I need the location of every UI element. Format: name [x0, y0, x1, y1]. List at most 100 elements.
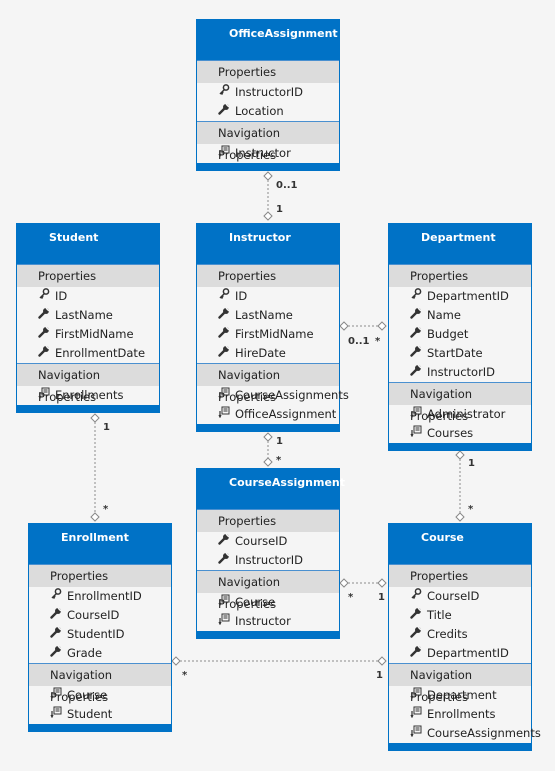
association-end-diamond [339, 321, 349, 331]
property-item[interactable]: DepartmentID [389, 287, 531, 306]
entity-title[interactable]: Department [389, 224, 531, 264]
navigation-property-item[interactable]: Department [389, 686, 531, 705]
property-item[interactable]: FirstMidName [197, 325, 339, 344]
navigation-properties-header[interactable]: Navigation Properties [17, 363, 159, 404]
navigation-property-item[interactable]: Instructor [197, 144, 339, 163]
navigation-property-name: Course [235, 595, 276, 609]
property-item[interactable]: CourseID [197, 532, 339, 551]
wrench-icon [38, 306, 55, 325]
navigation-property-name: Instructor [235, 614, 291, 628]
property-item[interactable]: LastName [197, 306, 339, 325]
properties-header[interactable]: Properties [389, 264, 531, 287]
entity-title[interactable]: Instructor [197, 224, 339, 264]
navigation-property-icon [410, 724, 427, 743]
navigation-properties-header[interactable]: Navigation Properties [389, 663, 531, 704]
properties-header[interactable]: Properties [197, 509, 339, 532]
wrench-icon [218, 532, 235, 551]
wrench-icon [50, 606, 67, 625]
key-icon [410, 287, 427, 306]
navigation-property-item[interactable]: Course [197, 593, 339, 612]
property-item[interactable]: Grade [29, 644, 171, 663]
navigation-property-icon [218, 405, 235, 424]
wrench-icon [218, 102, 235, 121]
entity-title[interactable]: CourseAssignment [197, 469, 345, 509]
property-name: StartDate [427, 346, 483, 360]
property-name: CourseID [427, 589, 480, 603]
wrench-icon [218, 306, 235, 325]
multiplicity-label: * [182, 670, 188, 681]
wrench-icon [410, 644, 427, 663]
navigation-property-item[interactable]: Course [29, 686, 171, 705]
wrench-icon [38, 344, 55, 363]
properties-header[interactable]: Properties [197, 60, 339, 83]
properties-header[interactable]: Properties [389, 564, 531, 587]
property-item[interactable]: Location [197, 102, 339, 121]
navigation-property-item[interactable]: OfficeAssignment [197, 405, 339, 424]
wrench-icon [50, 625, 67, 644]
entity-student[interactable]: Student Properties ID LastName FirstMidName… [16, 223, 160, 413]
multiplicity-label: * [468, 504, 474, 515]
navigation-property-icon [50, 686, 67, 705]
entity-title[interactable]: Student [17, 224, 159, 264]
property-name: LastName [235, 308, 293, 322]
property-item[interactable]: EnrollmentID [29, 587, 171, 606]
navigation-properties-header[interactable]: Navigation Properties [29, 663, 171, 704]
entity-title[interactable]: OfficeAssignment [197, 20, 339, 60]
properties-header[interactable]: Properties [29, 564, 171, 587]
navigation-property-item[interactable]: CourseAssignments [389, 724, 541, 743]
entity-title[interactable]: Course [389, 524, 531, 564]
property-item[interactable]: ID [17, 287, 159, 306]
property-item[interactable]: StartDate [389, 344, 531, 363]
navigation-property-item[interactable]: Enrollments [17, 386, 159, 405]
navigation-property-item[interactable]: Administrator [389, 405, 531, 424]
property-item[interactable]: LastName [17, 306, 159, 325]
property-name: Budget [427, 327, 469, 341]
property-item[interactable]: EnrollmentDate [17, 344, 159, 363]
association-end-diamond [377, 321, 387, 331]
properties-header[interactable]: Properties [197, 264, 339, 287]
property-name: HireDate [235, 346, 286, 360]
entity-course[interactable]: Course Properties CourseID Title Credits Dep… [388, 523, 541, 751]
property-item[interactable]: Name [389, 306, 531, 325]
property-item[interactable]: ID [197, 287, 339, 306]
property-item[interactable]: StudentID [29, 625, 171, 644]
association-end-diamond [377, 656, 387, 666]
property-item[interactable]: Title [389, 606, 531, 625]
navigation-property-icon [218, 612, 235, 631]
entity-office-assignment[interactable]: OfficeAssignment Properties InstructorID L… [196, 19, 340, 171]
property-item[interactable]: CourseID [29, 606, 171, 625]
navigation-properties-header[interactable]: Navigation Properties [197, 570, 339, 611]
multiplicity-label: 0..1 [276, 180, 298, 191]
wrench-icon [410, 325, 427, 344]
property-item[interactable]: Budget [389, 325, 531, 344]
navigation-property-icon [218, 386, 235, 405]
multiplicity-label: * [375, 336, 381, 347]
property-name: InstructorID [235, 85, 304, 99]
property-item[interactable]: FirstMidName [17, 325, 159, 344]
navigation-property-item[interactable]: CourseAssignments [197, 386, 349, 405]
entity-instructor[interactable]: Instructor Properties ID LastName FirstMidN… [196, 223, 349, 432]
association-end-diamond [263, 171, 273, 181]
property-item[interactable]: InstructorID [197, 551, 339, 570]
property-item[interactable]: CourseID [389, 587, 531, 606]
navigation-properties-header[interactable]: Navigation Properties [389, 382, 531, 423]
association-end-diamond [263, 457, 273, 467]
entity-course-assignment[interactable]: CourseAssignment Properties CourseID Instr… [196, 468, 345, 639]
entity-title[interactable]: Enrollment [29, 524, 171, 564]
entity-enrollment[interactable]: Enrollment Properties EnrollmentID CourseI… [28, 523, 172, 732]
navigation-property-item[interactable]: Courses [389, 424, 531, 443]
entity-department[interactable]: Department Properties DepartmentID Name Bud… [388, 223, 532, 451]
navigation-properties-header[interactable]: Navigation Properties [197, 121, 339, 162]
navigation-property-item[interactable]: Enrollments [389, 705, 531, 724]
property-item[interactable]: DepartmentID [389, 644, 531, 663]
property-item[interactable]: InstructorID [197, 83, 339, 102]
property-item[interactable]: Credits [389, 625, 531, 644]
property-name: EnrollmentID [67, 589, 142, 603]
property-name: CourseID [67, 608, 120, 622]
property-item[interactable]: HireDate [197, 344, 339, 363]
navigation-property-item[interactable]: Student [29, 705, 171, 724]
navigation-property-item[interactable]: Instructor [197, 612, 339, 631]
navigation-properties-header[interactable]: Navigation Properties [197, 363, 339, 404]
property-item[interactable]: InstructorID [389, 363, 531, 382]
properties-header[interactable]: Properties [17, 264, 159, 287]
